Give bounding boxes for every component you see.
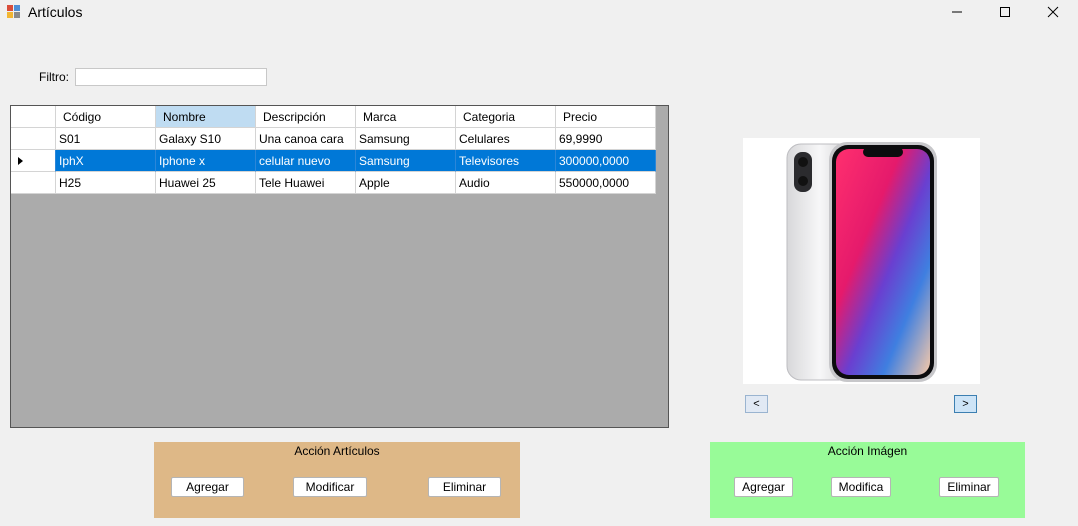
- cell-descripcion[interactable]: Una canoa cara: [256, 128, 356, 150]
- cell-codigo[interactable]: H25: [56, 172, 156, 194]
- minimize-icon: [952, 11, 962, 13]
- cell-marca[interactable]: Apple: [356, 172, 456, 194]
- cell-marca[interactable]: Samsung: [356, 128, 456, 150]
- cell-marca[interactable]: Samsung: [356, 150, 456, 172]
- title-bar: [0, 0, 1078, 26]
- column-header-nombre[interactable]: Nombre: [156, 106, 256, 128]
- filter-input[interactable]: [75, 68, 267, 86]
- article-image: [743, 138, 980, 384]
- maximize-icon: [1000, 7, 1010, 17]
- current-row-arrow-icon: [18, 157, 23, 165]
- column-header-precio[interactable]: Precio: [556, 106, 656, 128]
- cell-precio[interactable]: 300000,0000: [556, 150, 656, 172]
- add-article-button[interactable]: Agregar: [171, 477, 244, 497]
- image-actions-panel: Acción Imágen Agregar Modifica Eliminar: [710, 442, 1025, 518]
- close-icon: [1047, 6, 1059, 18]
- row-header[interactable]: [11, 150, 56, 172]
- iphone-x-image: [786, 142, 937, 382]
- cell-categoria[interactable]: Televisores: [456, 150, 556, 172]
- minimize-button[interactable]: [934, 0, 980, 24]
- cell-categoria[interactable]: Celulares: [456, 128, 556, 150]
- column-header-categoria[interactable]: Categoria: [456, 106, 556, 128]
- app-form-icon: [7, 5, 21, 19]
- articles-actions-title: Acción Artículos: [294, 444, 380, 458]
- table-row-selected[interactable]: IphX Iphone x celular nuevo Samsung Tele…: [11, 150, 656, 172]
- articles-actions-panel: Acción Artículos Agregar Modificar Elimi…: [154, 442, 520, 518]
- grid-header-row: Código Nombre Descripción Marca Categori…: [11, 106, 656, 128]
- add-image-button[interactable]: Agregar: [734, 477, 793, 497]
- cell-codigo[interactable]: S01: [56, 128, 156, 150]
- cell-categoria[interactable]: Audio: [456, 172, 556, 194]
- cell-descripcion[interactable]: celular nuevo: [256, 150, 356, 172]
- row-header[interactable]: [11, 128, 56, 150]
- delete-article-button[interactable]: Eliminar: [428, 477, 501, 497]
- column-header-descripcion[interactable]: Descripción: [256, 106, 356, 128]
- cell-precio[interactable]: 550000,0000: [556, 172, 656, 194]
- cell-descripcion[interactable]: Tele Huawei: [256, 172, 356, 194]
- prev-image-button[interactable]: <: [745, 395, 768, 413]
- table-row[interactable]: H25 Huawei 25 Tele Huawei Apple Audio 55…: [11, 172, 656, 194]
- table-row[interactable]: S01 Galaxy S10 Una canoa cara Samsung Ce…: [11, 128, 656, 150]
- window-title: Artículos: [28, 4, 83, 20]
- row-header-corner: [11, 106, 56, 128]
- cell-nombre[interactable]: Galaxy S10: [156, 128, 256, 150]
- delete-image-button[interactable]: Eliminar: [939, 477, 999, 497]
- articles-grid[interactable]: Código Nombre Descripción Marca Categori…: [10, 105, 669, 428]
- image-actions-title: Acción Imágen: [827, 444, 908, 458]
- cell-codigo[interactable]: IphX: [56, 150, 156, 172]
- column-header-marca[interactable]: Marca: [356, 106, 456, 128]
- maximize-button[interactable]: [982, 0, 1028, 24]
- cell-nombre[interactable]: Iphone x: [156, 150, 256, 172]
- column-header-codigo[interactable]: Código: [56, 106, 156, 128]
- row-header[interactable]: [11, 172, 56, 194]
- edit-image-button[interactable]: Modifica: [831, 477, 891, 497]
- cell-nombre[interactable]: Huawei 25: [156, 172, 256, 194]
- edit-article-button[interactable]: Modificar: [293, 477, 367, 497]
- filter-label: Filtro:: [39, 70, 69, 84]
- close-button[interactable]: [1030, 0, 1076, 24]
- cell-precio[interactable]: 69,9990: [556, 128, 656, 150]
- next-image-button[interactable]: >: [954, 395, 977, 413]
